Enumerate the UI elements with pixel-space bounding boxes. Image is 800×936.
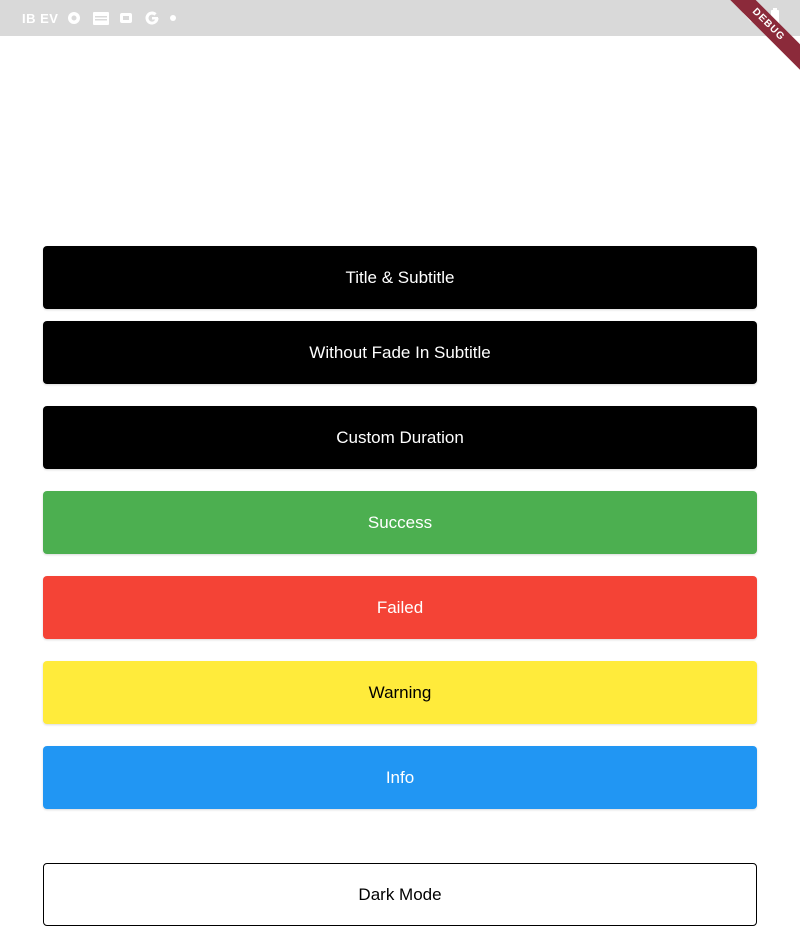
status-bar-text: IB EV (22, 10, 59, 26)
status-bar-left: IB EV (22, 8, 177, 28)
status-bar-right (742, 8, 780, 29)
cast-icon (118, 10, 136, 26)
custom-duration-button[interactable]: Custom Duration (43, 406, 757, 469)
without-fade-in-subtitle-button[interactable]: Without Fade In Subtitle (43, 321, 757, 384)
warning-button[interactable]: Warning (43, 661, 757, 724)
dot-icon (170, 15, 177, 21)
warning-button-label: Warning (368, 682, 432, 702)
wifi-icon (742, 9, 760, 28)
failed-button-label: Failed (376, 597, 424, 617)
dark-mode-button-label: Dark Mode (358, 884, 442, 904)
failed-button[interactable]: Failed (43, 576, 757, 639)
google-icon (144, 10, 162, 26)
without-fade-in-subtitle-button-label: Without Fade In Subtitle (309, 342, 491, 362)
title-subtitle-button[interactable]: Title & Subtitle (43, 246, 757, 309)
info-button[interactable]: Info (43, 746, 757, 809)
calendar-icon (92, 10, 110, 26)
custom-duration-button-label: Custom Duration (336, 427, 464, 447)
success-button-label: Success (367, 512, 433, 532)
info-button-label: Info (385, 767, 415, 787)
battery-icon (770, 8, 780, 29)
success-button[interactable]: Success (43, 491, 757, 554)
settings-icon (66, 10, 84, 26)
status-bar: IB EV (0, 0, 800, 36)
app-screen: IB EV DEBUG Title & Subtitle Without Fad… (0, 0, 800, 936)
dark-mode-button[interactable]: Dark Mode (43, 863, 757, 926)
title-subtitle-button-label: Title & Subtitle (345, 267, 455, 287)
